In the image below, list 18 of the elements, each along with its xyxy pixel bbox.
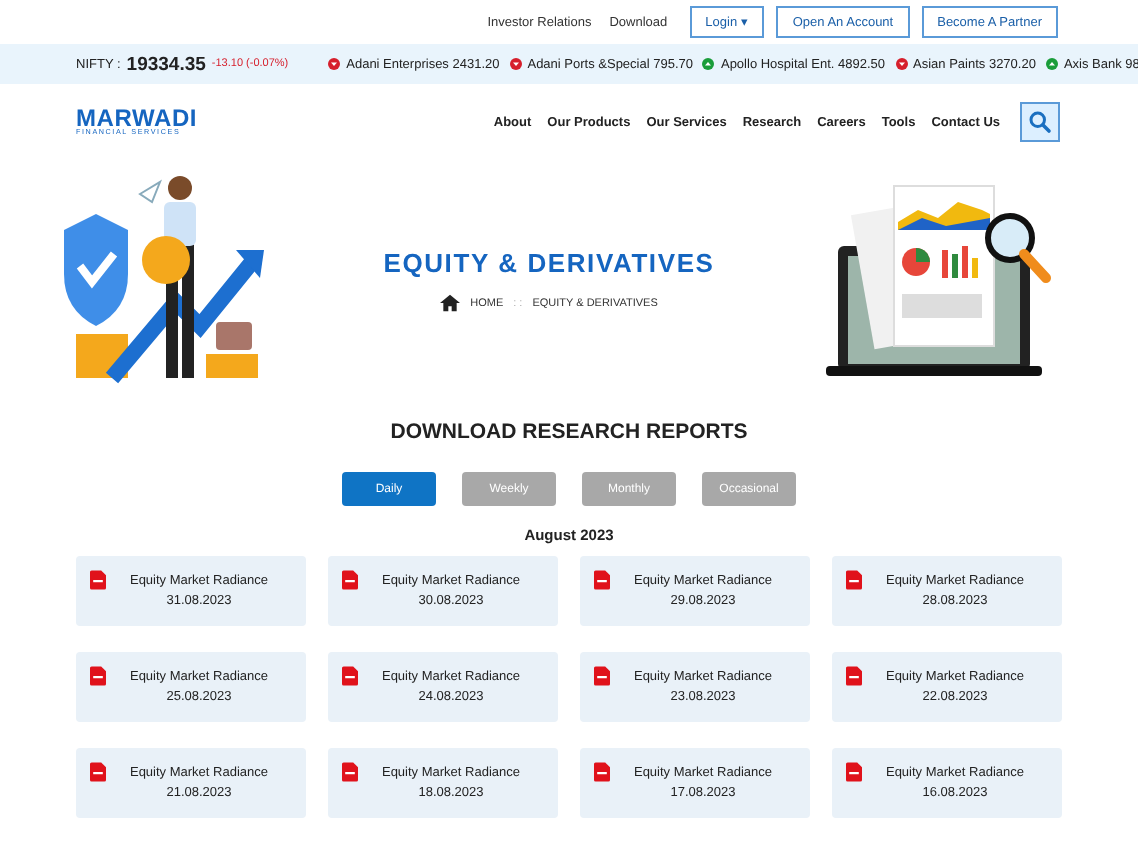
home-icon	[440, 294, 461, 312]
pdf-icon	[594, 762, 610, 782]
section-title: DOWNLOAD RESEARCH REPORTS	[388, 420, 750, 444]
pdf-icon	[846, 762, 862, 782]
page-title: EQUITY & DERIVATIVES	[383, 248, 715, 278]
index-value: 19334.35	[126, 53, 206, 75]
pdf-icon	[342, 570, 358, 590]
pdf-icon	[90, 666, 106, 686]
search-button[interactable]	[1020, 102, 1060, 142]
pdf-icon	[90, 570, 106, 590]
pdf-icon	[594, 570, 610, 590]
pdf-icon	[594, 666, 610, 686]
pdf-icon	[342, 666, 358, 686]
search-icon	[1028, 110, 1052, 134]
pdf-icon	[846, 666, 862, 686]
pdf-icon	[846, 570, 862, 590]
pdf-icon	[90, 762, 106, 782]
pdf-icon	[342, 762, 358, 782]
